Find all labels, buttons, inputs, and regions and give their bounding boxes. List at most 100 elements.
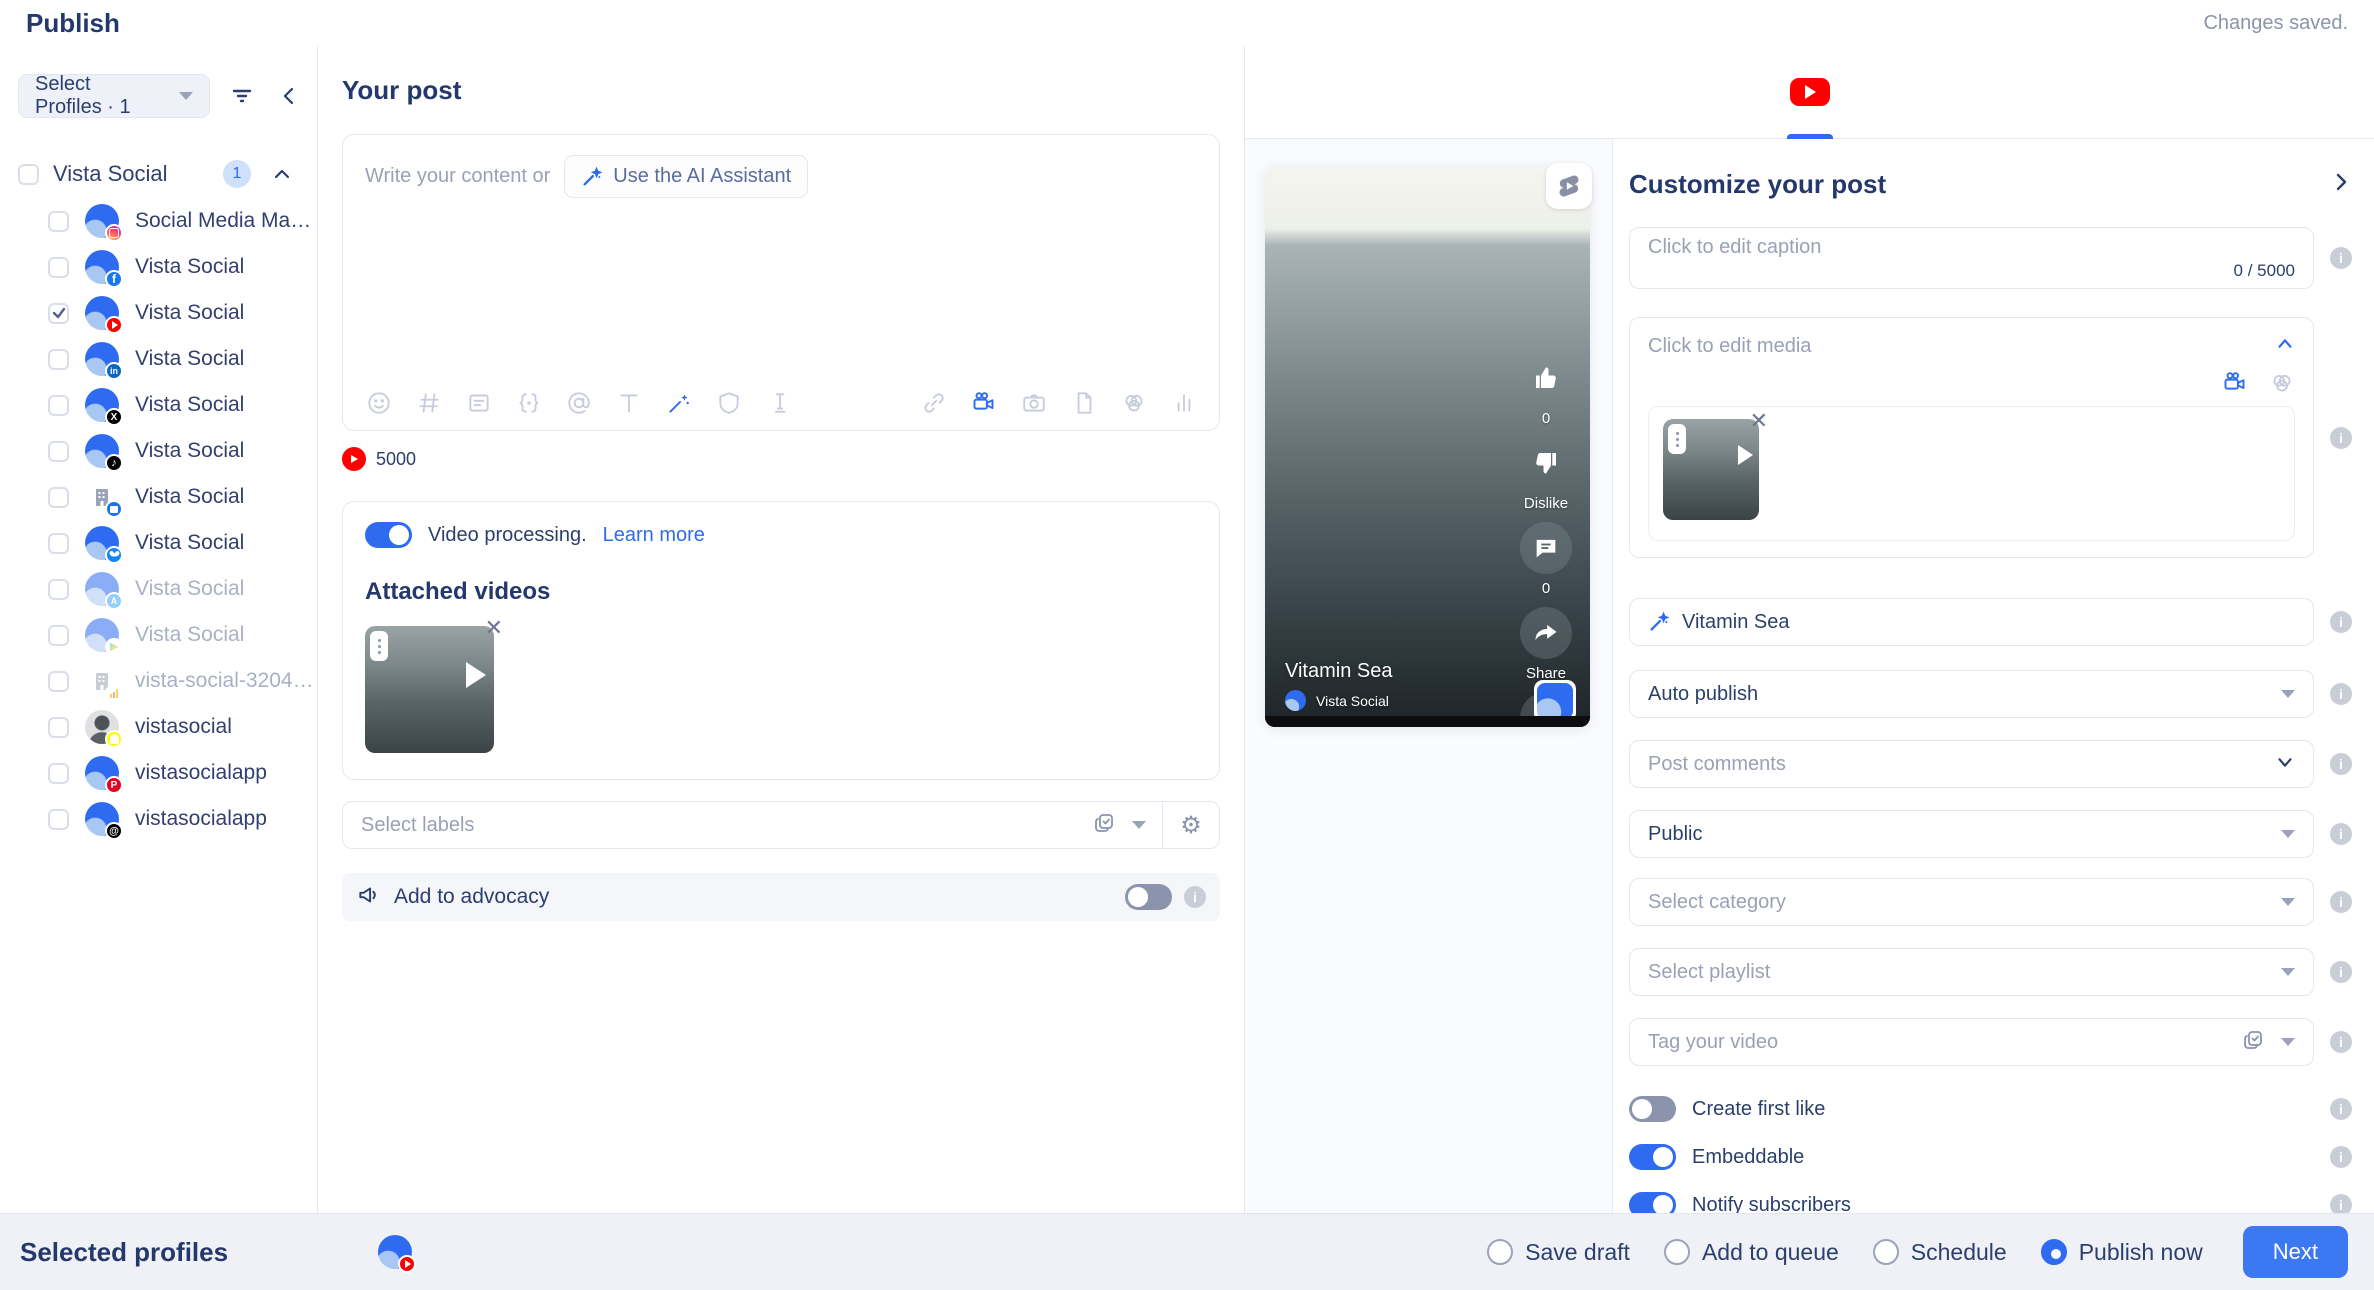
chevron-right-icon[interactable] bbox=[2330, 171, 2352, 198]
copy-labels-icon[interactable] bbox=[1092, 811, 1116, 840]
media-edit-label[interactable]: Click to edit media bbox=[1648, 335, 2275, 358]
profile-checkbox-checked[interactable] bbox=[48, 303, 69, 324]
mention-icon[interactable] bbox=[565, 389, 592, 416]
advocacy-info-icon[interactable]: i bbox=[1184, 886, 1206, 908]
publish-mode-info-icon[interactable]: i bbox=[2330, 683, 2352, 705]
profile-row[interactable]: Vista Social bbox=[0, 336, 317, 382]
profile-checkbox[interactable] bbox=[48, 625, 69, 646]
schedule-radio[interactable]: Schedule bbox=[1873, 1239, 2007, 1266]
category-select[interactable]: Select category bbox=[1629, 878, 2314, 926]
media-thumbnail[interactable]: ✕ bbox=[1663, 419, 1759, 520]
chart-icon[interactable] bbox=[1170, 389, 1197, 416]
attached-video-thumbnail[interactable]: ✕ bbox=[365, 626, 494, 753]
remove-media-icon[interactable]: ✕ bbox=[1750, 410, 1768, 432]
group-checkbox[interactable] bbox=[18, 164, 39, 185]
profile-checkbox[interactable] bbox=[48, 395, 69, 416]
profile-group-header[interactable]: Vista Social 1 bbox=[0, 156, 317, 192]
notify-subscribers-toggle[interactable] bbox=[1629, 1192, 1676, 1213]
profile-row-disabled[interactable]: Vista Social bbox=[0, 566, 317, 612]
document-icon[interactable] bbox=[1070, 389, 1097, 416]
playlist-info-icon[interactable]: i bbox=[2330, 961, 2352, 983]
advocacy-toggle[interactable] bbox=[1125, 884, 1172, 910]
venn-icon[interactable] bbox=[1120, 389, 1147, 416]
profile-checkbox[interactable] bbox=[48, 533, 69, 554]
category-info-icon[interactable]: i bbox=[2330, 891, 2352, 913]
profile-row[interactable]: Vista Social bbox=[0, 428, 317, 474]
embeddable-info-icon[interactable]: i bbox=[2330, 1146, 2352, 1168]
drag-handle-icon[interactable] bbox=[1668, 424, 1686, 454]
text-format-icon[interactable] bbox=[615, 389, 642, 416]
save-draft-radio[interactable]: Save draft bbox=[1487, 1239, 1630, 1266]
profile-checkbox[interactable] bbox=[48, 487, 69, 508]
profile-checkbox[interactable] bbox=[48, 579, 69, 600]
media-library-venn-icon[interactable] bbox=[2268, 369, 2295, 396]
learn-more-link[interactable]: Learn more bbox=[603, 524, 705, 547]
chevron-up-icon[interactable] bbox=[265, 157, 299, 191]
post-comments-select[interactable]: Post comments bbox=[1629, 740, 2314, 788]
profile-checkbox[interactable] bbox=[48, 441, 69, 462]
media-info-icon[interactable]: i bbox=[2330, 427, 2352, 449]
emoji-icon[interactable] bbox=[365, 389, 392, 416]
share-icon[interactable] bbox=[1520, 607, 1572, 659]
visibility-select[interactable]: Public bbox=[1629, 810, 2314, 858]
first-like-info-icon[interactable]: i bbox=[2330, 1098, 2352, 1120]
video-title-field[interactable]: Vitamin Sea bbox=[1629, 598, 2314, 646]
comments-icon[interactable] bbox=[1520, 522, 1572, 574]
post-editor[interactable]: Write your content or Use the AI Assista… bbox=[342, 134, 1220, 431]
tags-info-icon[interactable]: i bbox=[2330, 1031, 2352, 1053]
tab-youtube[interactable] bbox=[1770, 46, 1850, 139]
like-icon[interactable] bbox=[1520, 352, 1572, 404]
comments-info-icon[interactable]: i bbox=[2330, 753, 2352, 775]
profile-checkbox[interactable] bbox=[48, 671, 69, 692]
profile-row[interactable]: Vista Social bbox=[0, 382, 317, 428]
snippet-icon[interactable] bbox=[465, 389, 492, 416]
profile-checkbox[interactable] bbox=[48, 809, 69, 830]
visibility-info-icon[interactable]: i bbox=[2330, 823, 2352, 845]
hashtag-icon[interactable] bbox=[415, 389, 442, 416]
variables-icon[interactable] bbox=[515, 389, 542, 416]
next-button[interactable]: Next bbox=[2243, 1226, 2348, 1278]
drag-handle-icon[interactable] bbox=[370, 631, 388, 661]
playlist-select[interactable]: Select playlist bbox=[1629, 948, 2314, 996]
profile-checkbox[interactable] bbox=[48, 257, 69, 278]
profile-checkbox[interactable] bbox=[48, 349, 69, 370]
publish-now-radio[interactable]: Publish now bbox=[2041, 1239, 2203, 1266]
video-icon[interactable] bbox=[970, 389, 997, 416]
profile-row[interactable]: Vista Social bbox=[0, 290, 317, 336]
pillar-icon[interactable] bbox=[765, 389, 792, 416]
profile-checkbox[interactable] bbox=[48, 717, 69, 738]
profile-row-disabled[interactable]: vista-social-320412 bbox=[0, 658, 317, 704]
profile-row[interactable]: Social Media Managem... bbox=[0, 198, 317, 244]
profile-row[interactable]: vistasocialapp bbox=[0, 750, 317, 796]
camera-icon[interactable] bbox=[1020, 389, 1047, 416]
remove-video-icon[interactable]: ✕ bbox=[485, 617, 503, 639]
collapse-sidebar-icon[interactable] bbox=[274, 79, 303, 113]
publish-mode-select[interactable]: Auto publish bbox=[1629, 670, 2314, 718]
caption-info-icon[interactable]: i bbox=[2330, 247, 2352, 269]
ai-wand-icon[interactable] bbox=[665, 389, 692, 416]
title-info-icon[interactable]: i bbox=[2330, 611, 2352, 633]
profile-row[interactable]: vistasocial bbox=[0, 704, 317, 750]
shield-icon[interactable] bbox=[715, 389, 742, 416]
add-video-icon[interactable] bbox=[2221, 369, 2248, 396]
notify-info-icon[interactable]: i bbox=[2330, 1194, 2352, 1213]
profile-row[interactable]: Vista Social bbox=[0, 474, 317, 520]
labels-settings-gear-icon[interactable]: ⚙ bbox=[1163, 811, 1219, 840]
selected-profile-avatar[interactable] bbox=[378, 1235, 412, 1269]
profile-row[interactable]: Vista Social bbox=[0, 520, 317, 566]
filter-icon[interactable] bbox=[228, 79, 257, 113]
link-icon[interactable] bbox=[920, 389, 947, 416]
ai-assistant-button[interactable]: Use the AI Assistant bbox=[564, 155, 808, 198]
embeddable-toggle[interactable] bbox=[1629, 1144, 1676, 1170]
tags-dropdown-icon[interactable] bbox=[2281, 1038, 2295, 1046]
video-processing-toggle[interactable] bbox=[365, 522, 412, 548]
dislike-icon[interactable] bbox=[1520, 437, 1572, 489]
profile-row[interactable]: Vista Social bbox=[0, 244, 317, 290]
profile-checkbox[interactable] bbox=[48, 211, 69, 232]
copy-tags-icon[interactable] bbox=[2241, 1028, 2265, 1057]
add-to-queue-radio[interactable]: Add to queue bbox=[1664, 1239, 1839, 1266]
labels-dropdown-icon[interactable] bbox=[1132, 821, 1146, 829]
profile-checkbox[interactable] bbox=[48, 763, 69, 784]
profile-selector-dropdown[interactable]: Select Profiles · 1 bbox=[18, 74, 210, 118]
collapse-media-chevron-icon[interactable] bbox=[2275, 334, 2295, 359]
